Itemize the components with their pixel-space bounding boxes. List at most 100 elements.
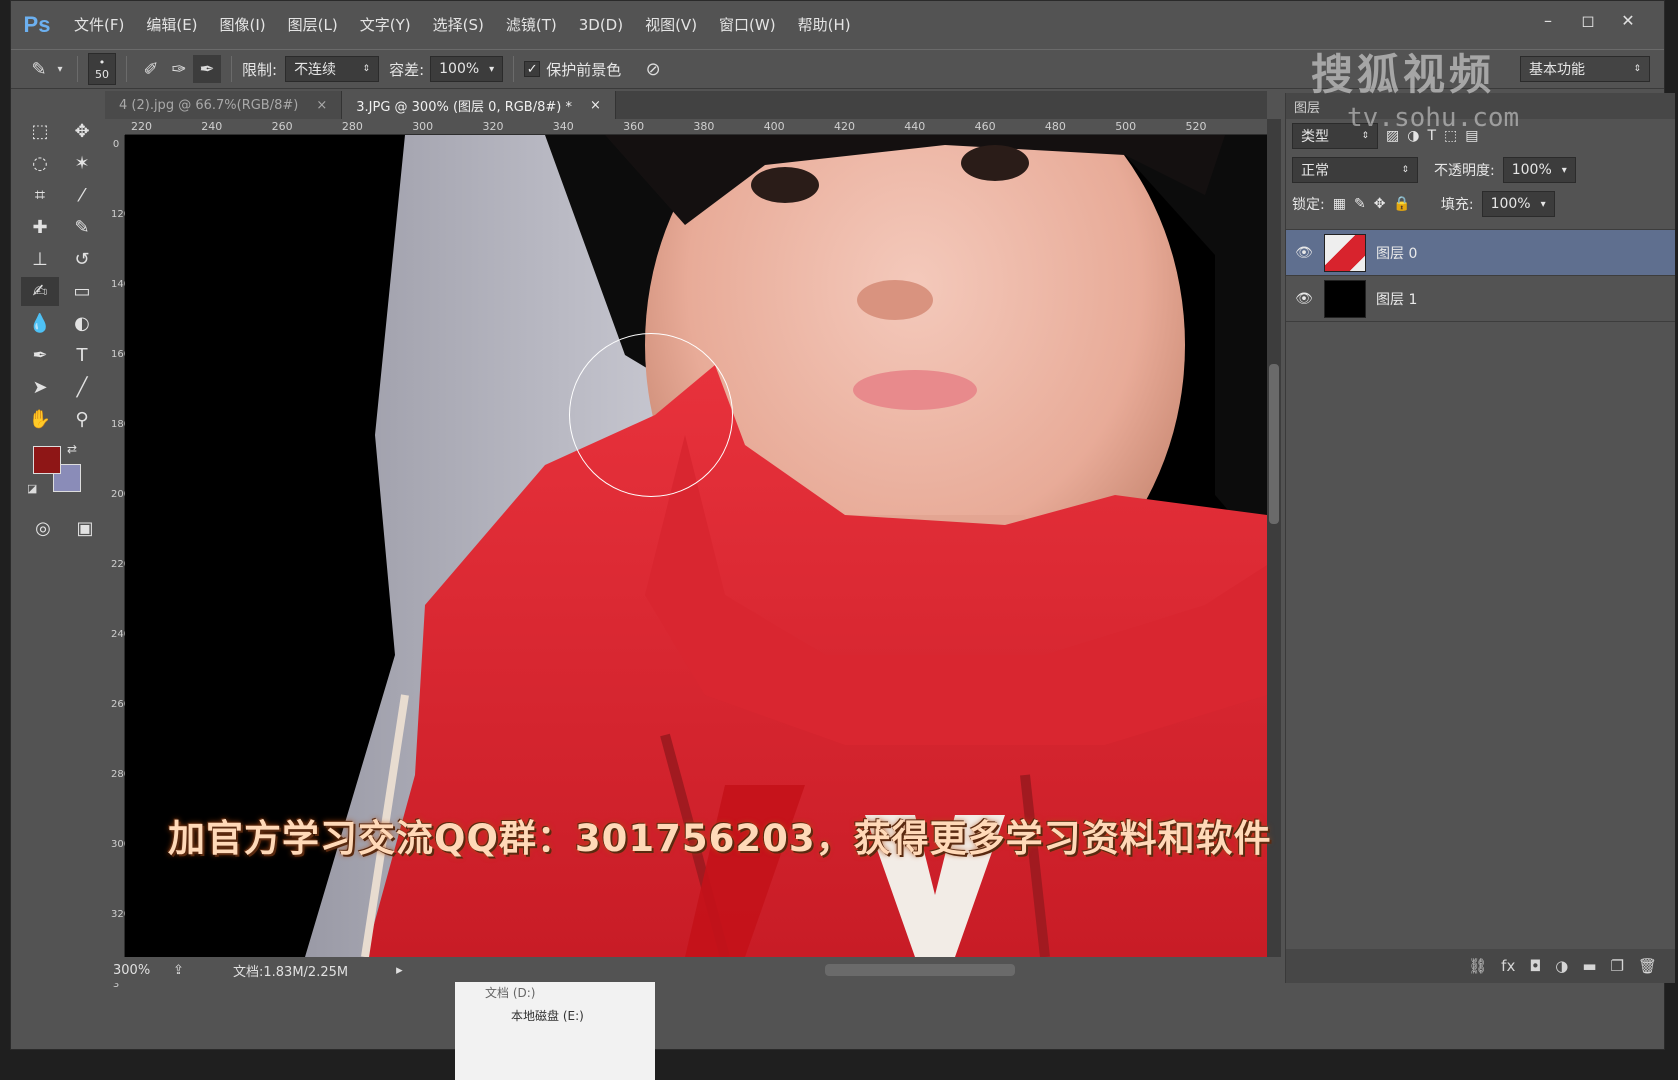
link-icon[interactable]: ⛓ [1468, 957, 1487, 975]
crop-tool-icon[interactable]: ⌗ [21, 181, 59, 210]
menu-3d[interactable]: 3D(D) [568, 1, 634, 49]
menu-image[interactable]: 图像(I) [209, 1, 277, 49]
filter-kind-label: 类型 [1301, 129, 1329, 145]
ps-logo: Ps [23, 12, 51, 37]
new-layer-icon[interactable]: ❐ [1611, 957, 1624, 975]
explorer-item[interactable]: 本地磁盘 (E:) [455, 1003, 655, 1028]
color-replacement-tool-icon[interactable]: ✍ [21, 277, 59, 306]
foreground-color-swatch[interactable] [33, 446, 61, 474]
tab-document-1[interactable]: 4 (2).jpg @ 66.7%(RGB/8#) × [105, 91, 343, 119]
eye-icon[interactable]: 👁 [1286, 291, 1322, 307]
folder-icon[interactable]: ▬ [1582, 957, 1596, 975]
menu-window[interactable]: 窗口(W) [708, 1, 787, 49]
layer-row[interactable]: 👁 图层 0 [1286, 230, 1675, 276]
vertical-ruler: 0 120 140 160 180 200 220 240 260 280 300 320 3 [109, 135, 131, 990]
explorer-item[interactable]: 文档 (D:) [455, 982, 655, 1003]
workspace-switcher[interactable]: 基本功能 ⇕ [1520, 56, 1650, 82]
menu-filter[interactable]: 滤镜(T) [495, 1, 568, 49]
blend-mode-dropdown[interactable]: 正常 ⇕ [1292, 157, 1418, 183]
lock-transparency-icon[interactable]: ▦ [1333, 196, 1346, 212]
ruler-tick-label: 460 [974, 120, 996, 133]
sampling-once-icon[interactable]: ✑ [165, 55, 193, 83]
eyedropper-tool-icon[interactable]: ⁄ [63, 181, 101, 210]
menu-edit[interactable]: 编辑(E) [135, 1, 208, 49]
zoom-level[interactable]: 300% [113, 963, 173, 978]
layer-row[interactable]: 👁 图层 1 [1286, 276, 1675, 322]
horizontal-ruler: 220 240 260 280 300 320 340 360 380 400 420 440 460 4… [125, 119, 1267, 135]
type-tool-icon[interactable]: T [63, 341, 101, 370]
horizontal-scrollbar-thumb[interactable] [825, 964, 1015, 976]
ruler-tick-label: 260 [271, 120, 293, 133]
toolbox: ⬚ ✥ ◌ ✶ ⌗ ⁄ ✚ ✎ ⊥ ↺ ✍ ▭ 💧 ◐ ✒ T ➤ ╱ ✋ ⚲ … [15, 99, 103, 959]
tool-preset-dropdown-icon[interactable]: ▾ [53, 55, 67, 83]
clone-stamp-tool-icon[interactable]: ⊥ [21, 245, 59, 274]
fill-field[interactable]: 100% ▾ [1481, 191, 1555, 217]
path-selection-tool-icon[interactable]: ➤ [21, 373, 59, 402]
zoom-tool-icon[interactable]: ⚲ [63, 405, 101, 434]
healing-brush-tool-icon[interactable]: ✚ [21, 213, 59, 242]
ruler-tick-label: 240 [111, 629, 131, 640]
opacity-label: 不透明度: [1434, 163, 1495, 179]
tolerance-field[interactable]: 100% ▾ [430, 56, 504, 82]
ruler-tick-label: 440 [904, 120, 926, 133]
lock-position-icon[interactable]: ✥ [1374, 196, 1386, 212]
pressure-size-icon[interactable]: ⊘ [639, 55, 667, 83]
magic-wand-tool-icon[interactable]: ✶ [63, 149, 101, 178]
brush-size-picker[interactable]: • 50 [88, 53, 116, 85]
close-icon[interactable]: × [590, 98, 601, 113]
fx-icon[interactable]: fx [1501, 957, 1515, 975]
color-replacement-tool-icon[interactable]: ✎ [25, 55, 53, 83]
menu-select[interactable]: 选择(S) [422, 1, 495, 49]
ruler-tick-label: 380 [693, 120, 715, 133]
close-icon[interactable]: × [316, 98, 327, 113]
gradient-tool-icon[interactable]: ▭ [63, 277, 101, 306]
chevron-down-icon: ▾ [1540, 198, 1546, 210]
trash-icon[interactable]: 🗑 [1638, 957, 1657, 975]
brush-tool-icon[interactable]: ✎ [63, 213, 101, 242]
scroll-thumb[interactable] [1269, 364, 1279, 524]
quick-mask-icon[interactable]: ◎ [31, 514, 55, 543]
menu-file[interactable]: 文件(F) [63, 1, 135, 49]
hand-tool-icon[interactable]: ✋ [21, 405, 59, 434]
minimize-button[interactable]: – [1530, 7, 1566, 33]
menu-type[interactable]: 文字(Y) [349, 1, 422, 49]
sampling-background-icon[interactable]: ✒ [193, 55, 221, 83]
swap-colors-icon[interactable]: ⇄ [67, 442, 77, 456]
close-button[interactable]: ✕ [1610, 7, 1646, 33]
dodge-tool-icon[interactable]: ◐ [63, 309, 101, 338]
eye-icon[interactable]: 👁 [1286, 245, 1322, 261]
ruler-tick-label: 340 [552, 120, 574, 133]
history-brush-tool-icon[interactable]: ↺ [63, 245, 101, 274]
lock-pixels-icon[interactable]: ✎ [1354, 196, 1366, 212]
mask-icon[interactable]: ◘ [1529, 957, 1541, 975]
status-menu-icon[interactable]: ▸ [396, 963, 403, 978]
adjustment-icon[interactable]: ◑ [1555, 957, 1568, 975]
menu-view[interactable]: 视图(V) [634, 1, 708, 49]
divider [77, 56, 78, 82]
screen-mode-icon[interactable]: ▣ [73, 514, 97, 543]
pen-tool-icon[interactable]: ✒ [21, 341, 59, 370]
layer-name[interactable]: 图层 0 [1376, 243, 1417, 263]
menu-layer[interactable]: 图层(L) [277, 1, 349, 49]
default-colors-icon[interactable]: ◪ [27, 482, 37, 495]
line-tool-icon[interactable]: ╱ [63, 373, 101, 402]
tab-label: 4 (2).jpg @ 66.7%(RGB/8#) [119, 97, 299, 113]
share-icon[interactable]: ⇪ [173, 963, 233, 978]
background-explorer-window: 文档 (D:) 本地磁盘 (E:) [455, 982, 655, 1080]
ruler-tick-label: 220 [131, 120, 152, 133]
menu-help[interactable]: 帮助(H) [787, 1, 862, 49]
tab-label: 3.JPG @ 300% (图层 0, RGB/8#) * [356, 99, 572, 115]
lock-all-icon[interactable]: 🔒 [1393, 196, 1410, 212]
sampling-continuous-icon[interactable]: ✐ [137, 55, 165, 83]
lasso-tool-icon[interactable]: ◌ [21, 149, 59, 178]
protect-foreground-checkbox[interactable]: ✓ [524, 61, 541, 77]
protect-foreground-option[interactable]: ✓ 保护前景色 [524, 59, 621, 80]
move-tool-icon[interactable]: ✥ [63, 117, 101, 146]
opacity-field[interactable]: 100% ▾ [1502, 157, 1576, 183]
maximize-button[interactable]: ◻ [1570, 7, 1606, 33]
limit-dropdown[interactable]: 不连续 ⇕ [285, 56, 380, 82]
blur-tool-icon[interactable]: 💧 [21, 309, 59, 338]
tab-document-2[interactable]: 3.JPG @ 300% (图层 0, RGB/8#) * × [342, 91, 616, 119]
marquee-tool-icon[interactable]: ⬚ [21, 117, 59, 146]
layer-name[interactable]: 图层 1 [1376, 289, 1417, 309]
